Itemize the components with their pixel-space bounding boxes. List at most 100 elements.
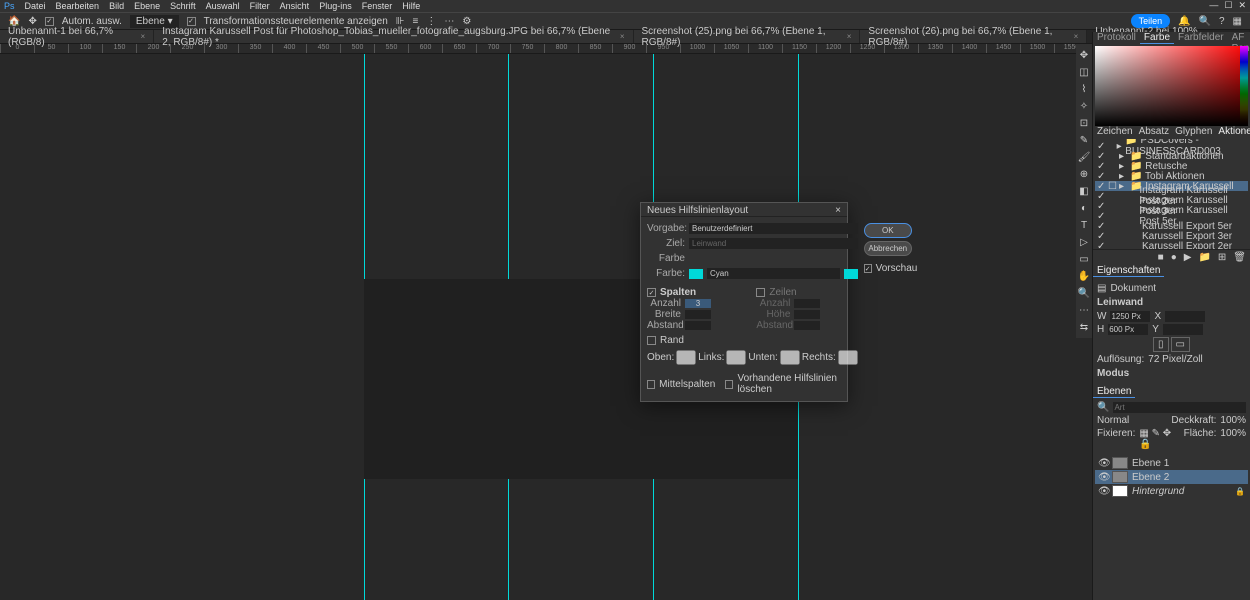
- hand-tool-icon[interactable]: ✋: [1077, 269, 1091, 283]
- crop-tool-icon[interactable]: ⊡: [1077, 116, 1091, 130]
- brush-tool-icon[interactable]: 🖌: [1077, 150, 1091, 164]
- layer-thumbnail[interactable]: [1112, 457, 1128, 469]
- preview-checkbox[interactable]: ✓: [864, 264, 872, 273]
- center-checkbox[interactable]: [647, 380, 655, 389]
- type-tool-icon[interactable]: T: [1077, 218, 1091, 232]
- rows-checkbox[interactable]: [756, 288, 765, 297]
- columns-count-input[interactable]: [685, 299, 711, 308]
- tab-eigenschaften[interactable]: Eigenschaften: [1093, 265, 1164, 277]
- stop-icon[interactable]: ■: [1156, 252, 1166, 263]
- columns-width-input[interactable]: [685, 310, 711, 319]
- search-icon[interactable]: 🔍: [1097, 402, 1109, 413]
- layer-thumbnail[interactable]: [1112, 485, 1128, 497]
- tab-afpanel[interactable]: AF Panel: [1228, 32, 1250, 44]
- close-tab-icon[interactable]: ×: [1074, 32, 1079, 41]
- close-tab-icon[interactable]: ×: [141, 32, 146, 41]
- portrait-icon[interactable]: ▯: [1153, 337, 1169, 352]
- record-icon[interactable]: ●: [1169, 252, 1179, 263]
- close-icon[interactable]: ×: [835, 205, 841, 214]
- menu-item[interactable]: Datei: [25, 1, 46, 11]
- folder-toggle-icon[interactable]: ▸: [1119, 181, 1127, 192]
- gradient-tool-icon[interactable]: ◐: [1077, 201, 1091, 215]
- menu-item[interactable]: Ebene: [134, 1, 160, 11]
- menu-item[interactable]: Hilfe: [402, 1, 420, 11]
- layer-row[interactable]: 👁Hintergrund🔒: [1095, 484, 1248, 498]
- color-swatch[interactable]: [689, 269, 703, 279]
- menu-item[interactable]: Ansicht: [280, 1, 310, 11]
- layer-row[interactable]: 👁Ebene 2: [1095, 470, 1248, 484]
- wand-tool-icon[interactable]: ✧: [1077, 99, 1091, 113]
- blend-mode[interactable]: Normal: [1097, 415, 1129, 426]
- workspace-icon[interactable]: ▦: [1233, 16, 1242, 27]
- layer-thumbnail[interactable]: [1112, 471, 1128, 483]
- eyedropper-tool-icon[interactable]: ✎: [1077, 133, 1091, 147]
- action-row[interactable]: ✓Karussell Export 2er: [1095, 241, 1248, 249]
- layer-filter-input[interactable]: [1113, 402, 1246, 413]
- visibility-icon[interactable]: 👁: [1098, 458, 1108, 469]
- menu-item[interactable]: Auswahl: [206, 1, 240, 11]
- color-preview[interactable]: [844, 269, 858, 279]
- landscape-icon[interactable]: ▭: [1171, 337, 1190, 352]
- menu-item[interactable]: Bild: [109, 1, 124, 11]
- tab-absatz[interactable]: Absatz: [1139, 126, 1170, 137]
- action-row[interactable]: ✓Karussell Export 3er: [1095, 231, 1248, 241]
- document-tab[interactable]: Unbenannt-1 bei 66,7% (RGB/8)×: [0, 30, 154, 43]
- color-swap-icon[interactable]: ⇆: [1077, 320, 1091, 334]
- dialog-icon[interactable]: ☐: [1108, 181, 1116, 192]
- tab-protokoll[interactable]: Protokoll: [1093, 32, 1140, 44]
- tab-aktionen[interactable]: Aktionen: [1218, 126, 1250, 137]
- tab-farbe[interactable]: Farbe: [1140, 32, 1174, 44]
- opacity-value[interactable]: 100%: [1220, 415, 1246, 426]
- close-tab-icon[interactable]: ×: [847, 32, 852, 41]
- folder-icon[interactable]: 📁: [1196, 252, 1212, 263]
- clear-checkbox[interactable]: [725, 380, 733, 389]
- document-tab[interactable]: Instagram Karussell Post für Photoshop_T…: [154, 30, 633, 43]
- width-input[interactable]: [1110, 311, 1150, 322]
- zoom-tool-icon[interactable]: 🔍: [1077, 286, 1091, 300]
- close-tab-icon[interactable]: ×: [620, 32, 625, 41]
- visibility-icon[interactable]: 👁: [1098, 472, 1108, 483]
- lock-icon[interactable]: 🔒: [1235, 487, 1245, 496]
- x-input[interactable]: [1165, 311, 1205, 322]
- eraser-tool-icon[interactable]: ◧: [1077, 184, 1091, 198]
- canvas[interactable]: [10, 54, 1082, 600]
- move-tool-icon[interactable]: ✥: [1077, 48, 1091, 62]
- action-row[interactable]: ✓▸📁 Retusche: [1095, 161, 1248, 171]
- action-row[interactable]: ✓▸📁 PSDCovers - BUSINESSCARD003: [1095, 141, 1248, 151]
- columns-gap-input[interactable]: [685, 321, 711, 330]
- tab-farbfelder[interactable]: Farbfelder: [1174, 32, 1228, 44]
- transform-checkbox[interactable]: ✓: [187, 17, 196, 26]
- maximize-icon[interactable]: ☐: [1224, 0, 1232, 11]
- menu-item[interactable]: Bearbeiten: [56, 1, 100, 11]
- lasso-tool-icon[interactable]: ⌇: [1077, 82, 1091, 96]
- columns-checkbox[interactable]: ✓: [647, 288, 656, 297]
- preset-select[interactable]: Benutzerdefiniert: [689, 223, 858, 234]
- action-row[interactable]: ✓Karussell Export 5er: [1095, 221, 1248, 231]
- menu-item[interactable]: Plug-ins: [319, 1, 352, 11]
- trash-icon[interactable]: 🗑: [1231, 252, 1248, 263]
- document-tab[interactable]: Screenshot (26).png bei 66,7% (Ebene 1, …: [860, 30, 1087, 43]
- color-select[interactable]: Cyan: [707, 268, 840, 279]
- auto-select-checkbox[interactable]: ✓: [45, 17, 54, 26]
- visibility-icon[interactable]: 👁: [1098, 486, 1108, 497]
- target-select[interactable]: Leinwand: [689, 238, 858, 249]
- menu-item[interactable]: Schrift: [170, 1, 196, 11]
- layer-row[interactable]: 👁Ebene 1: [1095, 456, 1248, 470]
- more-tools-icon[interactable]: ⋯: [1077, 303, 1091, 317]
- action-row[interactable]: ✓Instagram Karussell Post 5er: [1095, 211, 1248, 221]
- canvas-area[interactable]: [0, 54, 1092, 600]
- lock-icons[interactable]: ▦ ✎ ✥ 🔒: [1139, 428, 1179, 450]
- tab-zeichen[interactable]: Zeichen: [1097, 126, 1133, 137]
- document-tab[interactable]: Screenshot (25).png bei 66,7% (Ebene 1, …: [634, 30, 861, 43]
- menu-item[interactable]: Fenster: [362, 1, 393, 11]
- color-picker[interactable]: [1095, 46, 1248, 126]
- margin-checkbox[interactable]: [647, 336, 656, 345]
- tab-glyphen[interactable]: Glyphen: [1175, 126, 1212, 137]
- marquee-tool-icon[interactable]: ◫: [1077, 65, 1091, 79]
- action-row[interactable]: ✓▸📁 Tobi Aktionen: [1095, 171, 1248, 181]
- y-input[interactable]: [1163, 324, 1203, 335]
- cancel-button[interactable]: Abbrechen: [864, 241, 912, 256]
- menu-item[interactable]: Filter: [250, 1, 270, 11]
- hue-slider[interactable]: [1240, 46, 1248, 126]
- height-input[interactable]: [1108, 324, 1148, 335]
